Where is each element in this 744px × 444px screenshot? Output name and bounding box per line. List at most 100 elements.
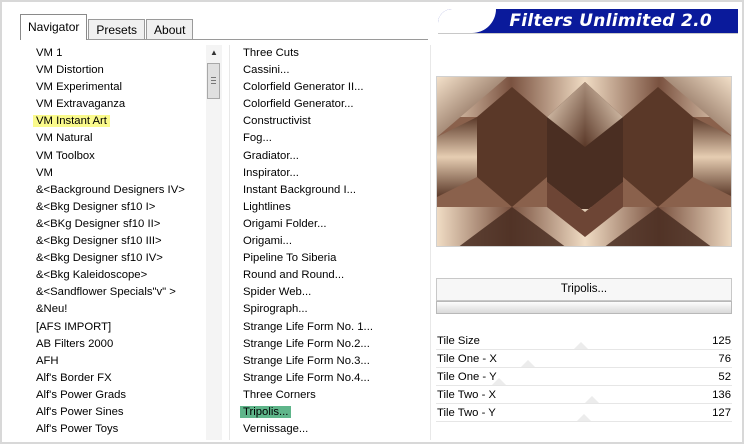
category-item[interactable]: VM Experimental (33, 79, 203, 96)
filter-item[interactable]: Gradiator... (240, 148, 430, 165)
tab-presets[interactable]: Presets (88, 19, 146, 40)
category-item-label: Alf's Power Grads (36, 388, 127, 401)
filter-item[interactable]: Vernissage... (240, 421, 430, 438)
filter-item[interactable]: Three Corners (240, 387, 430, 404)
filter-item-label: Strange Life Form No.4... (243, 371, 370, 384)
category-item[interactable]: VM (33, 165, 203, 182)
filter-item[interactable]: Tripolis... (240, 404, 430, 421)
category-item[interactable]: Alf's Power Toys (33, 421, 203, 438)
category-item[interactable]: VM Extravaganza (33, 96, 203, 113)
category-item[interactable]: VM Instant Art (33, 113, 203, 130)
filter-item-label: Strange Life Form No. 1... (243, 320, 373, 333)
category-item[interactable]: &<Bkg Kaleidoscope> (33, 267, 203, 284)
category-item-label: &Neu! (36, 303, 68, 316)
banner-divider (438, 33, 738, 34)
param-value: 125 (712, 335, 731, 347)
filter-item[interactable]: Origami... (240, 233, 430, 250)
category-item-label: Alf's Power Sines (36, 405, 124, 418)
category-item[interactable]: &Neu! (33, 301, 203, 318)
filter-item-label: Strange Life Form No.2... (243, 337, 370, 350)
filter-item[interactable]: Strange Life Form No. 1... (240, 319, 430, 336)
progress-bar (436, 301, 732, 314)
scroll-thumb[interactable] (207, 63, 220, 99)
category-item[interactable]: VM Natural (33, 130, 203, 147)
category-item-label: &<Bkg Designer sf10 III> (36, 235, 162, 248)
category-item-label: &<Bkg Designer sf10 IV> (36, 252, 163, 265)
category-item[interactable]: &<Bkg Designer sf10 I> (33, 199, 203, 216)
param-label: Tile One - Y (437, 371, 497, 383)
panel-divider (229, 45, 230, 440)
slider-thumb-icon[interactable] (520, 360, 535, 367)
param-value: 127 (712, 407, 731, 419)
category-item[interactable]: &<Background Designers IV> (33, 182, 203, 199)
filter-item[interactable]: Cassini... (240, 62, 430, 79)
category-item[interactable]: AFH (33, 353, 203, 370)
param-slider[interactable]: Tile Two - Y 127 (436, 404, 732, 422)
scroll-up-arrow-icon[interactable]: ▲ (206, 45, 222, 60)
param-slider[interactable]: Tile One - X 76 (436, 350, 732, 368)
filter-item[interactable]: Inspirator... (240, 165, 430, 182)
category-item[interactable]: VM 1 (33, 45, 203, 62)
param-slider[interactable]: Tile Size 125 (436, 332, 732, 350)
filter-item-label: Spider Web... (243, 286, 312, 299)
filter-item[interactable]: Lightlines (240, 199, 430, 216)
slider-thumb-icon[interactable] (585, 396, 600, 403)
category-item[interactable]: VM Toolbox (33, 148, 203, 165)
category-item[interactable]: [AFS IMPORT] (33, 319, 203, 336)
filter-item[interactable]: Pipeline To Siberia (240, 250, 430, 267)
slider-thumb-icon[interactable] (574, 342, 589, 349)
category-item-label: VM Toolbox (36, 149, 95, 162)
category-item-label: AB Filters 2000 (36, 337, 114, 350)
category-item-label: Alf's Border FX (36, 371, 112, 384)
panel-divider (430, 45, 431, 440)
category-item[interactable]: &<Sandflower Specials"v" > (33, 284, 203, 301)
category-item[interactable]: Alf's Border FX (33, 370, 203, 387)
filter-item[interactable]: Round and Round... (240, 267, 430, 284)
category-item[interactable]: &<BKg Designer sf10 II> (33, 216, 203, 233)
category-item-label: VM Distortion (36, 64, 104, 77)
param-slider[interactable]: Tile Two - X 136 (436, 386, 732, 404)
category-item[interactable]: VM Distortion (33, 62, 203, 79)
current-filter-button[interactable]: Tripolis... (436, 278, 732, 301)
category-item-label: VM Instant Art (33, 115, 110, 128)
filter-item[interactable]: Strange Life Form No.2... (240, 336, 430, 353)
category-item[interactable]: AB Filters 2000 (33, 336, 203, 353)
category-scrollbar[interactable]: ▲ (206, 45, 222, 440)
param-value: 136 (712, 389, 731, 401)
category-item[interactable]: &<Bkg Designer sf10 III> (33, 233, 203, 250)
filter-item-label: Inspirator... (243, 166, 299, 179)
category-item[interactable]: Alf's Power Grads (33, 387, 203, 404)
grip-line (211, 83, 216, 84)
filter-item[interactable]: Instant Background I... (240, 182, 430, 199)
category-item-label: &<Background Designers IV> (36, 183, 185, 196)
category-item[interactable]: &<Bkg Designer sf10 IV> (33, 250, 203, 267)
filter-item[interactable]: Origami Folder... (240, 216, 430, 233)
filter-item[interactable]: Constructivist (240, 113, 430, 130)
filter-item[interactable]: Spirograph... (240, 301, 430, 318)
filter-item[interactable]: Three Cuts (240, 45, 430, 62)
filter-item[interactable]: Spider Web... (240, 284, 430, 301)
filter-item[interactable]: Fog... (240, 130, 430, 147)
category-item-label: VM Natural (36, 132, 93, 145)
param-slider[interactable]: Tile One - Y 52 (436, 368, 732, 386)
filter-item[interactable]: Colorfield Generator II... (240, 79, 430, 96)
category-item-label: AFH (36, 354, 59, 367)
slider-thumb-icon[interactable] (492, 378, 507, 385)
filter-item-label: Fog... (243, 132, 272, 145)
category-list: VM 1 VM Distortion VM Experimental VM Extra… (33, 45, 203, 438)
param-label: Tile Two - Y (437, 407, 496, 419)
filter-item[interactable]: Strange Life Form No.4... (240, 370, 430, 387)
filter-item[interactable]: Strange Life Form No.3... (240, 353, 430, 370)
category-item[interactable]: Alf's Power Sines (33, 404, 203, 421)
app-title: Filters Unlimited 2.0 (509, 11, 712, 31)
category-item-label: VM Extravaganza (36, 98, 126, 111)
filter-item[interactable]: Colorfield Generator... (240, 96, 430, 113)
tab-navigator[interactable]: Navigator (20, 14, 88, 40)
slider-thumb-icon[interactable] (577, 414, 591, 421)
tab-about[interactable]: About (146, 19, 194, 40)
category-item-label: Alf's Power Toys (36, 423, 119, 436)
param-label: Tile Two - X (437, 389, 497, 401)
filter-item-label: Lightlines (243, 200, 291, 213)
filters-unlimited-window: Navigator Presets About Filters Unlimite… (0, 0, 744, 444)
preview-image (436, 76, 732, 247)
